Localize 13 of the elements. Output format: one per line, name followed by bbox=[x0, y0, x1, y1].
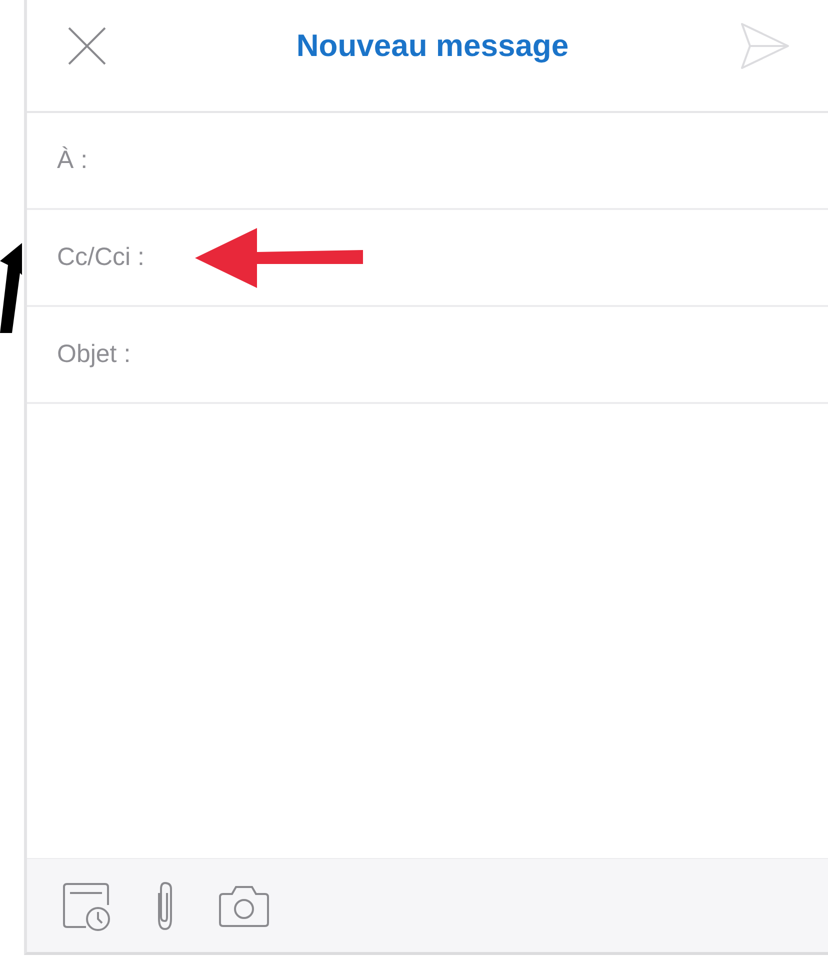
send-icon bbox=[740, 22, 790, 70]
close-button[interactable] bbox=[67, 26, 107, 66]
camera-icon bbox=[218, 884, 270, 928]
schedule-button[interactable] bbox=[62, 880, 112, 930]
field-label: À : bbox=[57, 146, 88, 175]
field-label: Objet : bbox=[57, 340, 131, 369]
camera-button[interactable] bbox=[218, 884, 270, 928]
input-field[interactable]: À : bbox=[27, 113, 828, 210]
field-label: Cc/Cci : bbox=[57, 243, 144, 272]
calendar-clock-icon bbox=[62, 880, 112, 930]
window-title: Nouveau message bbox=[296, 28, 569, 64]
close-icon bbox=[67, 26, 107, 66]
input-field[interactable]: Cc/Cci : bbox=[27, 210, 828, 307]
